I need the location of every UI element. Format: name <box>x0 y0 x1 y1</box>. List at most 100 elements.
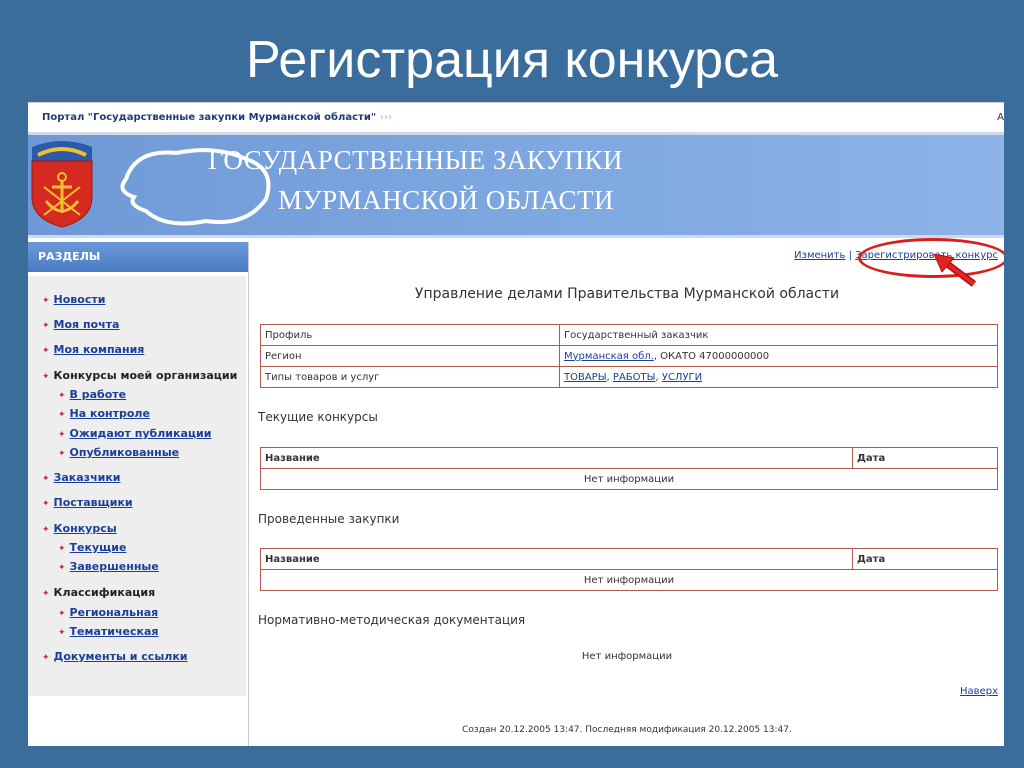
docs-no-info: Нет информации <box>581 651 673 662</box>
nav-label: В работе <box>69 388 127 401</box>
past-purchases-table: Название Дата Нет информации <box>260 548 998 591</box>
current-contests-table: Название Дата Нет информации <box>260 447 998 490</box>
bullet-icon: ✦ <box>42 525 50 535</box>
bullet-icon: ✦ <box>42 653 50 663</box>
bullet-icon: ✦ <box>42 372 50 382</box>
nav-label: Конкурсы <box>53 522 117 535</box>
profile-value: Государственный заказчик <box>559 324 998 346</box>
table-row: Нет информации <box>260 569 998 591</box>
comma: , <box>606 371 610 383</box>
bullet-icon: ✦ <box>58 563 66 573</box>
nav-label: Документы и ссылки <box>53 650 188 663</box>
nav-label: Опубликованные <box>69 446 180 459</box>
nav-documents-links[interactable]: ✦ Документы и ссылки <box>42 650 188 663</box>
nav-label: Новости <box>53 293 106 306</box>
portal-topbar: Портал "Государственные закупки Мурманск… <box>28 102 1004 131</box>
nav-classification: ✦ Классификация <box>42 586 155 599</box>
portal-name-text: Портал "Государственные закупки Мурманск… <box>42 112 377 123</box>
coat-of-arms-icon <box>31 141 93 228</box>
portal-name[interactable]: Портал "Государственные закупки Мурманск… <box>42 112 392 123</box>
table-row: Профиль Государственный заказчик <box>260 324 998 346</box>
profile-table: Профиль Государственный заказчик Регион … <box>260 324 998 388</box>
bullet-icon: ✦ <box>58 410 66 420</box>
table-header-row: Название Дата <box>260 548 998 570</box>
bullet-icon: ✦ <box>58 544 66 554</box>
bullet-icon: ✦ <box>42 346 50 356</box>
region-label: Регион <box>260 345 560 367</box>
edit-link[interactable]: Изменить <box>794 250 845 261</box>
nav-current[interactable]: ✦ Текущие <box>58 541 126 554</box>
bullet-icon: ✦ <box>58 628 66 638</box>
banner-title-line2: МУРМАНСКОЙ ОБЛАСТИ <box>278 185 615 215</box>
nav-label: Поставщики <box>53 496 133 509</box>
region-value: Мурманская обл., ОКАТО 47000000000 <box>559 345 998 367</box>
nav-label: Конкурсы моей организации <box>53 369 238 382</box>
nav-label: Текущие <box>69 541 127 554</box>
site-banner: ГОСУДАРСТВЕННЫЕ ЗАКУПКИ МУРМАНСКОЙ ОБЛАС… <box>28 132 1004 238</box>
banner-title-line1: ГОСУДАРСТВЕННЫЕ ЗАКУПКИ <box>208 145 623 175</box>
nav-suppliers[interactable]: ✦ Поставщики <box>42 496 133 509</box>
main-content: Изменить | Зарегистрировать конкурс Упра… <box>250 238 1004 746</box>
nav-my-company[interactable]: ✦ Моя компания <box>42 343 144 356</box>
type-goods-link[interactable]: ТОВАРЫ <box>564 372 607 383</box>
nav-completed[interactable]: ✦ Завершенные <box>58 560 159 573</box>
col-date-header: Дата <box>852 447 998 469</box>
nav-on-control[interactable]: ✦ На контроле <box>58 407 150 420</box>
nav-label: Заказчики <box>53 471 121 484</box>
nav-contests[interactable]: ✦ Конкурсы <box>42 522 117 535</box>
table-row: Типы товаров и услуг ТОВАРЫ, РАБОТЫ, УСЛ… <box>260 366 998 388</box>
current-contests-title: Текущие конкурсы <box>258 410 378 424</box>
nav-label: На контроле <box>69 407 150 420</box>
bullet-icon: ✦ <box>58 609 66 619</box>
topbar-letter: А <box>997 112 1004 123</box>
col-name-header: Название <box>260 447 853 469</box>
nav-label: Тематическая <box>69 625 159 638</box>
bullet-icon: ✦ <box>42 321 50 331</box>
slide-title: Регистрация конкурса <box>246 31 778 89</box>
bullet-icon: ✦ <box>42 296 50 306</box>
page-footer: Создан 20.12.2005 13:47. Последняя модиф… <box>462 725 792 735</box>
nav-news[interactable]: ✦ Новости <box>42 293 105 306</box>
bullet-icon: ✦ <box>42 474 50 484</box>
nav-label: Завершенные <box>69 560 159 573</box>
nav-thematic[interactable]: ✦ Тематическая <box>58 625 159 638</box>
region-okato: , ОКАТО 47000000000 <box>653 350 770 362</box>
comma: , <box>655 371 659 383</box>
nav-label: Моя компания <box>53 343 145 356</box>
table-row: Регион Мурманская обл., ОКАТО 4700000000… <box>260 345 998 367</box>
nav-in-work[interactable]: ✦ В работе <box>58 388 126 401</box>
nav-mail[interactable]: ✦ Моя почта <box>42 318 119 331</box>
nav-org-contests: ✦ Конкурсы моей организации <box>42 369 237 382</box>
docs-title: Нормативно-методическая документация <box>258 613 526 627</box>
browser-screenshot: Портал "Государственные закупки Мурманск… <box>28 102 1004 746</box>
nav-label: Ожидают публикации <box>69 427 212 440</box>
nav-label: Классификация <box>53 586 156 599</box>
no-info-cell: Нет информации <box>260 468 998 490</box>
types-value: ТОВАРЫ, РАБОТЫ, УСЛУГИ <box>559 366 998 388</box>
link-separator: | <box>848 250 852 261</box>
sidebar: РАЗДЕЛЫ ✦ Новости ✦ Моя почта ✦ Моя компани… <box>28 242 249 746</box>
to-top-link[interactable]: Наверх <box>960 686 998 697</box>
bullet-icon: ✦ <box>42 499 50 509</box>
table-header-row: Название Дата <box>260 447 998 469</box>
nav-customers[interactable]: ✦ Заказчики <box>42 471 121 484</box>
sidebar-title: РАЗДЕЛЫ <box>28 242 248 272</box>
past-purchases-title: Проведенные закупки <box>258 512 400 526</box>
red-arrow-icon <box>933 254 977 287</box>
region-link[interactable]: Мурманская обл. <box>564 351 654 362</box>
col-date-header: Дата <box>852 548 998 570</box>
types-label: Типы товаров и услуг <box>260 366 560 388</box>
organization-title: Управление делами Правительства Мурманск… <box>414 286 840 302</box>
type-works-link[interactable]: РАБОТЫ <box>613 372 656 383</box>
type-services-link[interactable]: УСЛУГИ <box>662 372 702 383</box>
bullet-icon: ✦ <box>58 449 66 459</box>
profile-label: Профиль <box>260 324 560 346</box>
nav-published[interactable]: ✦ Опубликованные <box>58 446 179 459</box>
nav-regional[interactable]: ✦ Региональная <box>58 606 158 619</box>
col-name-header: Название <box>260 548 853 570</box>
arrows-icon: ››› <box>380 112 393 123</box>
nav-label: Региональная <box>69 606 159 619</box>
sidebar-panel: ✦ Новости ✦ Моя почта ✦ Моя компания ✦ Конку… <box>28 276 246 696</box>
table-row: Нет информации <box>260 468 998 490</box>
nav-awaiting-publication[interactable]: ✦ Ожидают публикации <box>58 427 211 440</box>
